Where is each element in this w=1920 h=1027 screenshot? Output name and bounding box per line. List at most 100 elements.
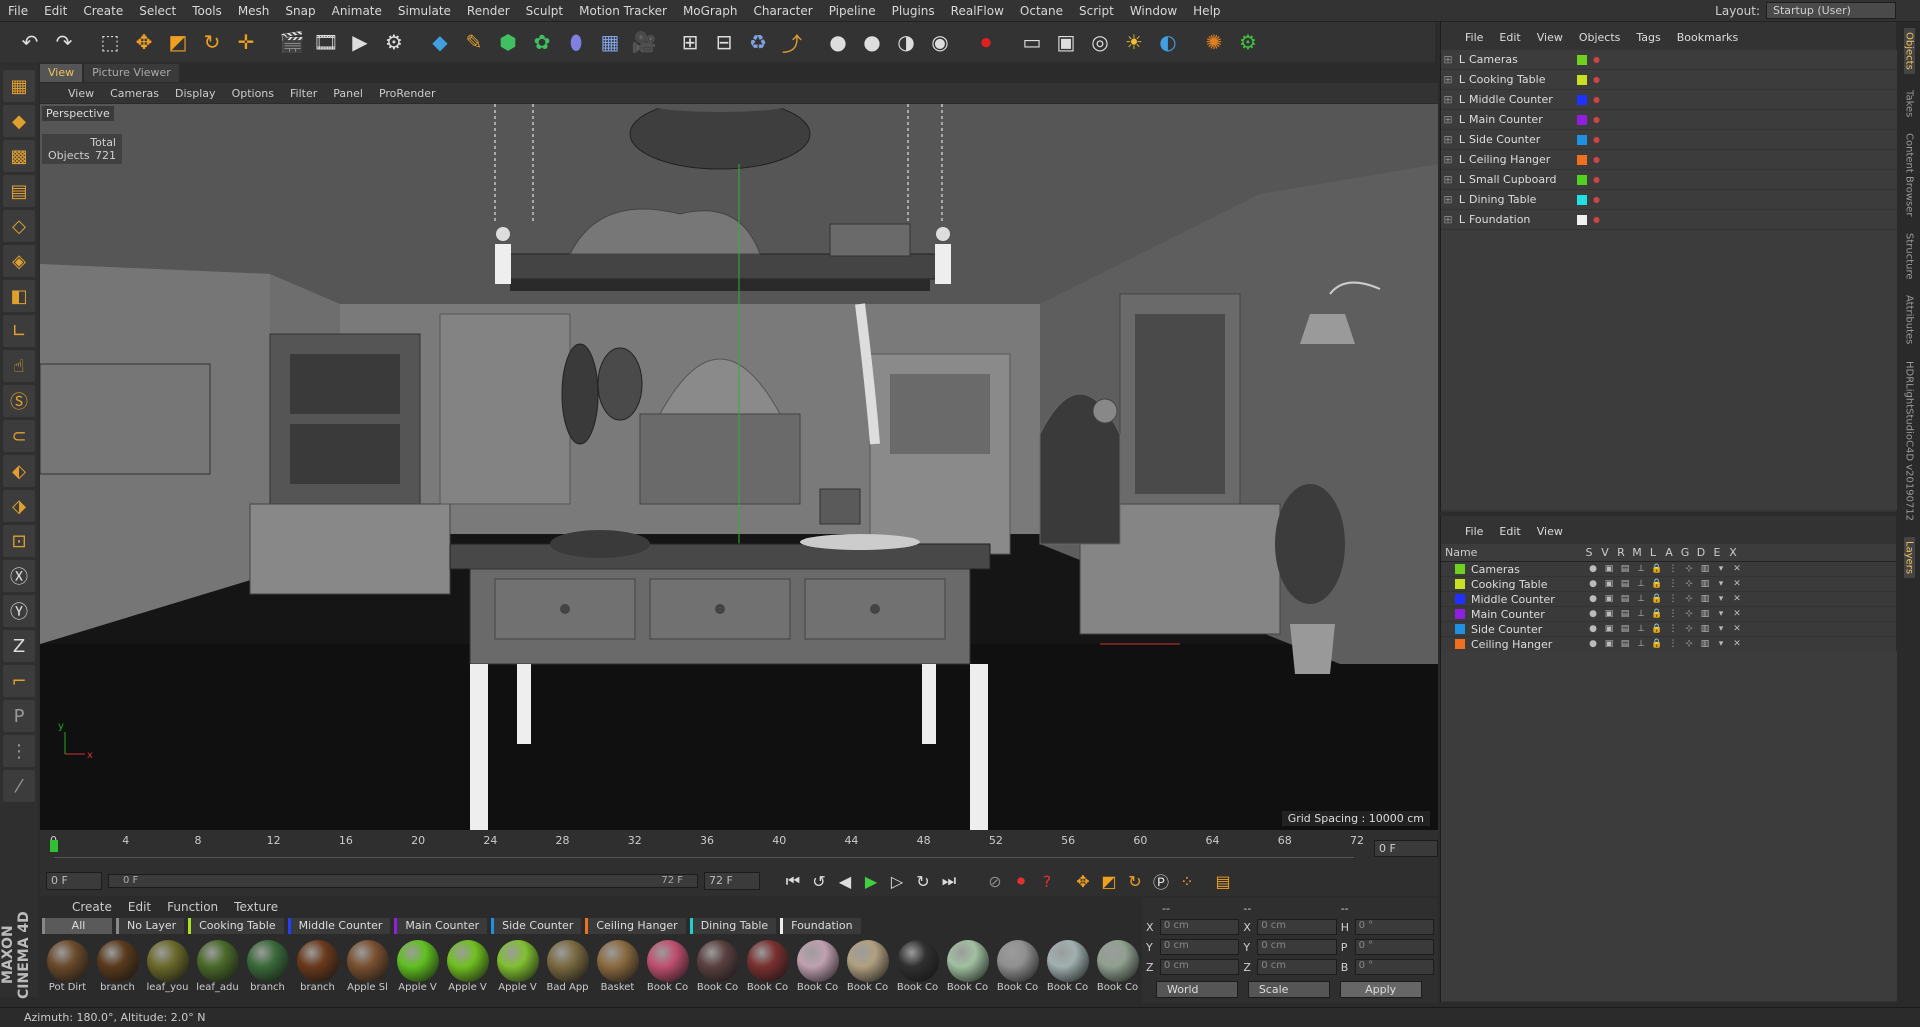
layer-color-swatch[interactable]: [1577, 214, 1587, 225]
layer-toggle-icon[interactable]: ▾: [1713, 564, 1729, 574]
layer-color-swatch[interactable]: [1577, 154, 1587, 165]
layer-column-header[interactable]: V: [1597, 546, 1613, 559]
layer-row[interactable]: Cooking Table ● ▣ ▤ ⊥ 🔒 ⋮ ⊹ ▥ ▾ ✕: [1441, 577, 1896, 592]
layer-toggle-icon[interactable]: ▤: [1617, 639, 1633, 649]
menu-sculpt[interactable]: Sculpt: [518, 4, 571, 18]
menu-window[interactable]: Window: [1122, 4, 1185, 18]
layer-toggle-icon[interactable]: 🔒: [1649, 639, 1665, 649]
coord-field[interactable]: 0 °: [1354, 919, 1435, 935]
soft-select-icon[interactable]: ⬖: [3, 455, 35, 487]
end-frame-field[interactable]: 72 F: [704, 872, 760, 890]
material-layer-tab[interactable]: Dining Table: [689, 918, 777, 934]
object-name[interactable]: Side Counter: [1469, 133, 1577, 146]
edge-mode-icon[interactable]: ◈: [3, 245, 35, 277]
menu-render[interactable]: Render: [459, 4, 518, 18]
play-icon[interactable]: ▶: [858, 869, 884, 893]
material-item[interactable]: Bad App: [544, 940, 591, 993]
layer-toggle-icon[interactable]: ⊹: [1681, 594, 1697, 604]
material-item[interactable]: Pot Dirt: [44, 940, 91, 993]
om-menu-edit[interactable]: Edit: [1491, 31, 1528, 44]
current-frame[interactable]: 0 F: [1374, 840, 1438, 857]
layer-toggle-icon[interactable]: ⊥: [1633, 579, 1649, 589]
layer-toggle-icon[interactable]: ●: [1585, 594, 1601, 604]
menu-octane[interactable]: Octane: [1012, 4, 1071, 18]
material-item[interactable]: branch: [244, 940, 291, 993]
make-editable-icon[interactable]: ▦: [3, 70, 35, 102]
contrast-icon[interactable]: ◐: [1152, 26, 1184, 58]
layer-color-swatch[interactable]: [1455, 594, 1465, 604]
object-row[interactable]: ⊞ L Cooking Table ●: [1441, 70, 1897, 90]
visibility-dots-icon[interactable]: ●: [1593, 55, 1600, 64]
material-layer-tab[interactable]: No Layer: [116, 918, 185, 934]
layer-toggle-icon[interactable]: ●: [1585, 639, 1601, 649]
coord-field[interactable]: 0 cm: [1257, 959, 1337, 975]
sphere-grey-icon[interactable]: ●: [822, 26, 854, 58]
expand-icon[interactable]: ⊞: [1441, 213, 1455, 226]
sphere-grey2-icon[interactable]: ●: [856, 26, 888, 58]
layer-color-swatch[interactable]: [1577, 74, 1587, 85]
layer-toggle-icon[interactable]: ⊥: [1633, 564, 1649, 574]
layer-color-swatch[interactable]: [1455, 564, 1465, 574]
ik-icon[interactable]: ⤴: [776, 26, 808, 58]
menu-motion-tracker[interactable]: Motion Tracker: [571, 4, 675, 18]
layer-toggle-icon[interactable]: ✕: [1729, 564, 1745, 574]
coord-field[interactable]: 0 °: [1354, 959, 1435, 975]
layer-toggle-icon[interactable]: 🔒: [1649, 624, 1665, 634]
layer-toggle-icon[interactable]: ▣: [1601, 624, 1617, 634]
auto-key-icon[interactable]: ?: [1034, 869, 1060, 893]
layer-color-swatch[interactable]: [1577, 194, 1587, 205]
layer-toggle-icon[interactable]: ⋮: [1665, 564, 1681, 574]
layer-toggle-icon[interactable]: ⊹: [1681, 624, 1697, 634]
key-param-icon[interactable]: Ⓟ: [1148, 869, 1174, 893]
layer-toggle-icon[interactable]: ▥: [1697, 609, 1713, 619]
mix-icon[interactable]: ◉: [924, 26, 956, 58]
layer-name[interactable]: Middle Counter: [1471, 593, 1585, 606]
layer-toggle-icon[interactable]: 🔒: [1649, 594, 1665, 604]
layer-toggle-icon[interactable]: ●: [1585, 579, 1601, 589]
workplane-icon[interactable]: ⊟: [708, 26, 740, 58]
material-item[interactable]: Apple V: [394, 940, 441, 993]
visibility-dots-icon[interactable]: ●: [1593, 155, 1600, 164]
move-icon[interactable]: ✥: [128, 26, 160, 58]
live-selection-icon[interactable]: ⬚: [94, 26, 126, 58]
layer-toggle-icon[interactable]: ●: [1585, 609, 1601, 619]
layer-toggle-icon[interactable]: ▣: [1601, 579, 1617, 589]
om-menu-tags[interactable]: Tags: [1628, 31, 1668, 44]
material-layer-tab[interactable]: Ceiling Hanger: [585, 918, 686, 934]
lock-axis-icon[interactable]: ⊡: [3, 525, 35, 557]
material-item[interactable]: branch: [94, 940, 141, 993]
layer-row[interactable]: Main Counter ● ▣ ▤ ⊥ 🔒 ⋮ ⊹ ▥ ▾ ✕: [1441, 607, 1896, 622]
layer-color-swatch[interactable]: [1455, 579, 1465, 589]
material-menu-edit[interactable]: Edit: [120, 900, 159, 914]
viewport-label[interactable]: Perspective: [42, 106, 114, 121]
cube-icon[interactable]: ◆: [424, 26, 456, 58]
menu-help[interactable]: Help: [1185, 4, 1228, 18]
redo-icon[interactable]: ↷: [48, 26, 80, 58]
expand-icon[interactable]: ⊞: [1441, 113, 1455, 126]
layer-toggle-icon[interactable]: ⋮: [1665, 639, 1681, 649]
layer-name[interactable]: Ceiling Hanger: [1471, 638, 1585, 651]
apply-button[interactable]: Apply: [1339, 981, 1422, 998]
material-item[interactable]: Basket: [594, 940, 641, 993]
material-menu-create[interactable]: Create: [64, 900, 120, 914]
material-layer-tab[interactable]: Main Counter: [394, 918, 488, 934]
viewport-menu-prorender[interactable]: ProRender: [371, 87, 444, 100]
layer-color-swatch[interactable]: [1577, 114, 1587, 125]
coord-field[interactable]: 0 cm: [1257, 919, 1337, 935]
viewport-menu-display[interactable]: Display: [167, 87, 224, 100]
texture-mode-icon[interactable]: ▩: [3, 140, 35, 172]
layer-color-swatch[interactable]: [1455, 609, 1465, 619]
layer-toggle-icon[interactable]: ▾: [1713, 624, 1729, 634]
material-item[interactable]: Book Co: [894, 940, 941, 993]
recycle-icon[interactable]: ♻: [742, 26, 774, 58]
layer-toggle-icon[interactable]: ⊹: [1681, 564, 1697, 574]
material-item[interactable]: Book Co: [1094, 940, 1141, 993]
coord-world-dropdown[interactable]: World: [1156, 981, 1238, 998]
layer-row[interactable]: Side Counter ● ▣ ▤ ⊥ 🔒 ⋮ ⊹ ▥ ▾ ✕: [1441, 622, 1896, 637]
undo-icon[interactable]: ↶: [14, 26, 46, 58]
viewport[interactable]: y x Perspective Total Objects 721 Grid S…: [40, 104, 1438, 830]
visibility-dots-icon[interactable]: ●: [1593, 175, 1600, 184]
object-name[interactable]: Cameras: [1469, 53, 1577, 66]
record-key-icon[interactable]: ⏺: [1008, 869, 1034, 893]
material-item[interactable]: Book Co: [744, 940, 791, 993]
